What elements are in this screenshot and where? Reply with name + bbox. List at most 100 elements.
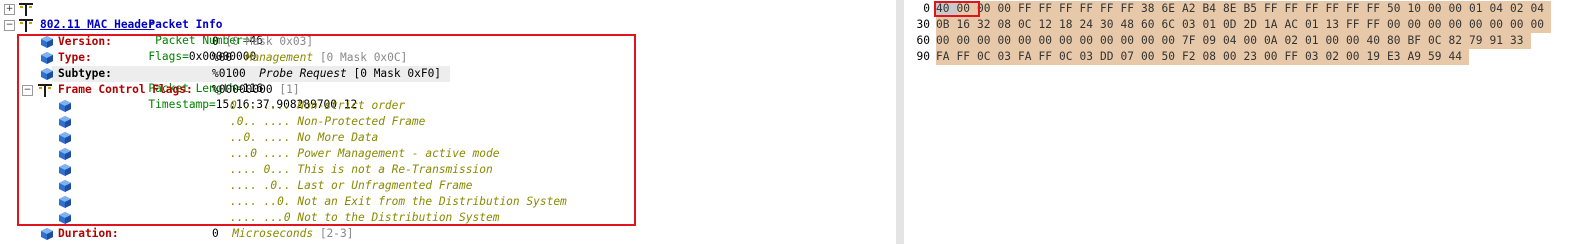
hex-byte[interactable]: 02 bbox=[1325, 49, 1346, 65]
hex-byte[interactable]: FF bbox=[1284, 49, 1305, 65]
hex-byte[interactable]: 00 bbox=[1264, 49, 1285, 65]
mac-header-label[interactable]: 802.11 MAC Header bbox=[40, 17, 155, 33]
hex-byte[interactable]: FF bbox=[956, 49, 977, 65]
hex-byte[interactable]: 00 bbox=[1079, 33, 1100, 49]
hex-byte[interactable]: 00 bbox=[1141, 33, 1162, 49]
hex-byte[interactable]: 02 bbox=[1284, 33, 1305, 49]
hex-byte[interactable]: 33 bbox=[1510, 33, 1531, 49]
hex-byte[interactable]: 10 bbox=[1407, 1, 1428, 17]
hex-byte[interactable]: FA bbox=[1018, 49, 1039, 65]
hex-byte[interactable]: 0C bbox=[1059, 49, 1080, 65]
hex-byte[interactable]: 0B bbox=[936, 17, 957, 33]
hex-byte[interactable]: 18 bbox=[1059, 17, 1080, 33]
hex-byte[interactable]: 03 bbox=[1079, 49, 1100, 65]
hex-byte[interactable]: 82 bbox=[1448, 33, 1469, 49]
hex-byte[interactable]: 40 bbox=[1366, 33, 1387, 49]
hex-byte[interactable]: FF bbox=[1346, 1, 1367, 17]
hex-bytes[interactable]: 00 00 00 00 00 00 00 00 00 00 00 00 7F 09 04 00 0A 02 01 00… bbox=[936, 33, 1531, 49]
hex-byte[interactable]: 00 bbox=[1018, 33, 1039, 49]
hex-row[interactable]: 30 0B 16 32 08 0C 12 18 24 30 48 60 6C 03 01 0D 2D 1A AC 01… bbox=[904, 17, 1577, 33]
hex-byte[interactable]: 00 bbox=[1387, 17, 1408, 33]
hex-row[interactable]: 90 FA FF 0C 03 FA FF 0C 03 DD 07 00 50 F2 08 00 23 00 FF 03… bbox=[904, 49, 1577, 65]
hex-byte[interactable]: 50 bbox=[1387, 1, 1408, 17]
hex-byte[interactable]: 00 bbox=[1243, 33, 1264, 49]
hex-byte[interactable]: 09 bbox=[1202, 33, 1223, 49]
hex-byte[interactable]: 00 bbox=[1530, 17, 1551, 33]
hex-byte[interactable]: FF bbox=[1038, 1, 1059, 17]
hex-byte[interactable]: 01 bbox=[1469, 1, 1490, 17]
hex-byte[interactable]: 0A bbox=[1264, 33, 1285, 49]
hex-byte[interactable]: FF bbox=[1284, 1, 1305, 17]
hex-byte[interactable]: 00 bbox=[1510, 17, 1531, 33]
hex-byte[interactable]: 60 bbox=[1141, 17, 1162, 33]
hex-byte[interactable]: FF bbox=[1264, 1, 1285, 17]
hex-byte[interactable]: B5 bbox=[1243, 1, 1264, 17]
hex-byte[interactable]: 01 bbox=[1305, 17, 1326, 33]
packet-info-row[interactable]: + Packet Info Packet Number=46 Flags=0x0… bbox=[0, 1, 896, 111]
hex-byte[interactable]: 00 bbox=[1407, 17, 1428, 33]
hex-byte[interactable]: FF bbox=[1305, 1, 1326, 17]
hex-row[interactable]: 0 40 00 00 00 FF FF FF FF FF FF 38 6E A2 B4 8E B5 FF FF FF F… bbox=[904, 1, 1577, 17]
hex-byte[interactable]: 00 bbox=[997, 33, 1018, 49]
hex-byte[interactable]: FF bbox=[1120, 1, 1141, 17]
hex-byte[interactable]: A9 bbox=[1407, 49, 1428, 65]
hex-byte[interactable]: 00 bbox=[1448, 1, 1469, 17]
hex-byte[interactable]: 00 bbox=[1141, 49, 1162, 65]
hex-byte[interactable]: DD bbox=[1100, 49, 1121, 65]
hex-byte[interactable]: 7F bbox=[1182, 33, 1203, 49]
hex-byte[interactable]: 32 bbox=[977, 17, 998, 33]
hex-byte[interactable]: 08 bbox=[1202, 49, 1223, 65]
hex-byte[interactable]: 00 bbox=[1469, 17, 1490, 33]
hex-byte[interactable]: 12 bbox=[1038, 17, 1059, 33]
hex-byte[interactable]: B4 bbox=[1202, 1, 1223, 17]
mac-header-row[interactable]: − 802.11 MAC Header bbox=[0, 17, 300, 33]
hex-byte[interactable]: 03 bbox=[1182, 17, 1203, 33]
hex-byte[interactable]: 00 bbox=[956, 33, 977, 49]
hex-byte[interactable]: 1A bbox=[1264, 17, 1285, 33]
hex-byte[interactable]: 03 bbox=[1305, 49, 1326, 65]
hex-byte[interactable]: 04 bbox=[1223, 33, 1244, 49]
hex-byte[interactable]: 00 bbox=[977, 1, 998, 17]
hex-byte[interactable]: F2 bbox=[1182, 49, 1203, 65]
hex-row[interactable]: 60 00 00 00 00 00 00 00 00 00 00 00 00 7F 09 04 00 0A 02 01… bbox=[904, 33, 1577, 49]
hex-byte[interactable]: 00 bbox=[1100, 33, 1121, 49]
hex-byte[interactable]: 0C bbox=[977, 49, 998, 65]
hex-byte[interactable]: 80 bbox=[1387, 33, 1408, 49]
hex-byte[interactable]: FF bbox=[1346, 17, 1367, 33]
hex-byte[interactable]: 0C bbox=[1428, 33, 1449, 49]
hex-byte[interactable]: FF bbox=[1366, 1, 1387, 17]
hex-byte[interactable]: 00 bbox=[977, 33, 998, 49]
hex-byte[interactable]: BF bbox=[1407, 33, 1428, 49]
hex-byte[interactable]: 23 bbox=[1243, 49, 1264, 65]
hex-byte[interactable]: FA bbox=[936, 49, 957, 65]
hex-byte[interactable]: 79 bbox=[1469, 33, 1490, 49]
hex-byte[interactable]: 19 bbox=[1366, 49, 1387, 65]
hex-byte[interactable]: 44 bbox=[1448, 49, 1469, 65]
hex-byte[interactable]: 50 bbox=[1161, 49, 1182, 65]
hex-byte[interactable]: 08 bbox=[997, 17, 1018, 33]
hex-byte[interactable]: FF bbox=[1018, 1, 1039, 17]
hex-byte[interactable]: E3 bbox=[1387, 49, 1408, 65]
hex-byte[interactable]: 0D bbox=[1223, 17, 1244, 33]
hex-byte[interactable]: 00 bbox=[1489, 17, 1510, 33]
hex-byte[interactable]: 38 bbox=[1141, 1, 1162, 17]
expand-plus-icon[interactable]: + bbox=[4, 4, 15, 15]
hex-byte[interactable]: 00 bbox=[1346, 33, 1367, 49]
hex-byte[interactable]: 00 bbox=[1428, 17, 1449, 33]
hex-byte[interactable]: FF bbox=[1100, 1, 1121, 17]
hex-byte[interactable]: 00 bbox=[1038, 33, 1059, 49]
hex-byte[interactable]: 24 bbox=[1079, 17, 1100, 33]
hex-byte[interactable]: AC bbox=[1284, 17, 1305, 33]
hex-byte[interactable]: FF bbox=[1059, 1, 1080, 17]
hex-byte[interactable]: FF bbox=[1079, 1, 1100, 17]
pane-splitter[interactable] bbox=[896, 0, 904, 244]
hex-byte[interactable]: 6C bbox=[1161, 17, 1182, 33]
hex-bytes[interactable]: 40 00 00 00 FF FF FF FF FF FF 38 6E A2 B4 8E B5 FF FF FF FF… bbox=[936, 1, 1551, 17]
hex-byte[interactable]: 00 bbox=[1325, 33, 1346, 49]
hex-byte[interactable]: FF bbox=[1366, 17, 1387, 33]
hex-byte[interactable]: 0C bbox=[1018, 17, 1039, 33]
hex-byte[interactable]: 00 bbox=[1161, 33, 1182, 49]
hex-byte[interactable]: 00 bbox=[997, 1, 1018, 17]
hex-byte[interactable]: 00 bbox=[1346, 49, 1367, 65]
hex-byte[interactable]: 00 bbox=[1428, 1, 1449, 17]
